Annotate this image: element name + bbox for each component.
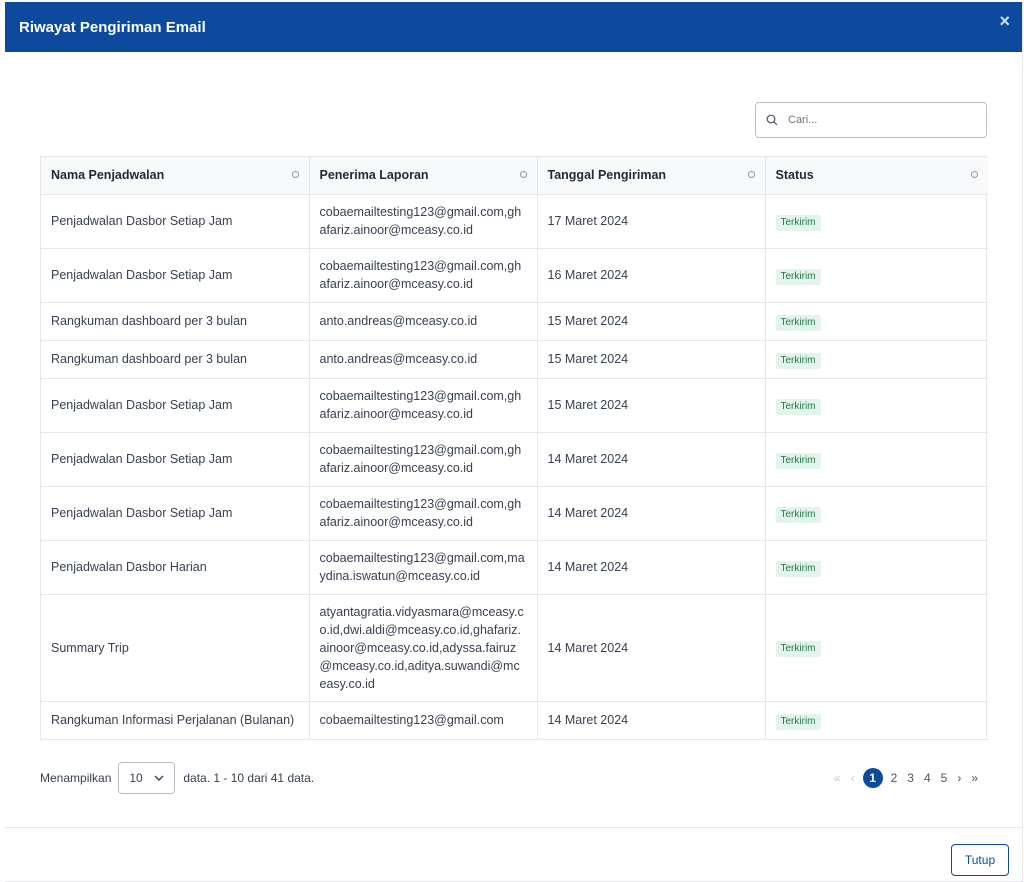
page-button-3[interactable]: 3 bbox=[907, 771, 914, 785]
table-row: Penjadwalan Dasbor Setiap Jam cobaemailt… bbox=[41, 378, 988, 433]
modal-header: Riwayat Pengiriman Email × bbox=[5, 2, 1022, 52]
cell-schedule-name: Penjadwalan Dasbor Setiap Jam bbox=[41, 378, 310, 433]
cell-schedule-name: Penjadwalan Dasbor Setiap Jam bbox=[41, 194, 310, 249]
cell-send-date: 14 Maret 2024 bbox=[537, 594, 766, 702]
column-header-status[interactable]: Status bbox=[765, 157, 988, 195]
search-input[interactable] bbox=[788, 114, 978, 126]
status-badge: Terkirim bbox=[775, 314, 821, 331]
cell-schedule-name: Summary Trip bbox=[41, 594, 310, 702]
cell-send-date: 14 Maret 2024 bbox=[537, 540, 766, 595]
cell-send-date: 16 Maret 2024 bbox=[537, 248, 766, 303]
cell-recipients: anto.andreas@mceasy.co.id bbox=[309, 340, 538, 379]
cell-status: Terkirim bbox=[765, 540, 988, 595]
email-history-table: Nama Penjadwalan Penerima Laporan Tangga… bbox=[40, 156, 988, 740]
pagination: « ‹ 1 2 3 4 5 › » bbox=[829, 768, 983, 788]
cell-send-date: 15 Maret 2024 bbox=[537, 378, 766, 433]
cell-recipients: cobaemailtesting123@gmail.com,ghafariz.a… bbox=[309, 378, 538, 433]
cell-recipients: cobaemailtesting123@gmail.com,ghafariz.a… bbox=[309, 486, 538, 541]
cell-recipients: cobaemailtesting123@gmail.com,maydina.is… bbox=[309, 540, 538, 595]
cell-schedule-name: Penjadwalan Dasbor Harian bbox=[41, 540, 310, 595]
next-page-button[interactable]: › bbox=[957, 771, 961, 785]
status-badge: Terkirim bbox=[775, 452, 821, 469]
table-row: Penjadwalan Dasbor Setiap Jam cobaemailt… bbox=[41, 194, 988, 249]
cell-send-date: 15 Maret 2024 bbox=[537, 302, 766, 341]
page-button-4[interactable]: 4 bbox=[924, 771, 931, 785]
data-summary: data. 1 - 10 dari 41 data. bbox=[183, 771, 315, 785]
status-badge: Terkirim bbox=[775, 214, 821, 231]
column-header-send-date[interactable]: Tanggal Pengiriman bbox=[537, 157, 766, 195]
cell-send-date: 14 Maret 2024 bbox=[537, 701, 766, 740]
status-badge: Terkirim bbox=[775, 713, 821, 730]
column-header-schedule-name[interactable]: Nama Penjadwalan bbox=[41, 157, 310, 195]
table-footer: Menampilkan 10 data. 1 - 10 dari 41 data… bbox=[40, 762, 987, 794]
cell-recipients: cobaemailtesting123@gmail.com,ghafariz.a… bbox=[309, 432, 538, 487]
page-size-select[interactable]: 10 bbox=[118, 762, 176, 794]
cell-send-date: 14 Maret 2024 bbox=[537, 486, 766, 541]
close-button[interactable]: Tutup bbox=[951, 844, 1009, 876]
chevron-down-icon bbox=[154, 775, 164, 781]
cell-recipients: anto.andreas@mceasy.co.id bbox=[309, 302, 538, 341]
email-history-modal: Riwayat Pengiriman Email × Nama Penjadwa… bbox=[5, 2, 1023, 882]
cell-status: Terkirim bbox=[765, 194, 988, 249]
search-icon bbox=[766, 114, 778, 126]
table-header-row: Nama Penjadwalan Penerima Laporan Tangga… bbox=[41, 157, 988, 195]
status-badge: Terkirim bbox=[775, 268, 821, 285]
status-badge: Terkirim bbox=[775, 352, 821, 369]
table-row: Penjadwalan Dasbor Setiap Jam cobaemailt… bbox=[41, 432, 988, 487]
cell-send-date: 14 Maret 2024 bbox=[537, 432, 766, 487]
status-badge: Terkirim bbox=[775, 560, 821, 577]
status-badge: Terkirim bbox=[775, 506, 821, 523]
cell-schedule-name: Penjadwalan Dasbor Setiap Jam bbox=[41, 248, 310, 303]
cell-schedule-name: Rangkuman dashboard per 3 bulan bbox=[41, 340, 310, 379]
table-row: Rangkuman Informasi Perjalanan (Bulanan)… bbox=[41, 701, 988, 740]
first-page-button[interactable]: « bbox=[834, 771, 841, 785]
column-header-recipients[interactable]: Penerima Laporan bbox=[309, 157, 538, 195]
sort-icon[interactable] bbox=[291, 171, 299, 178]
footer-divider bbox=[5, 827, 1023, 828]
cell-schedule-name: Rangkuman dashboard per 3 bulan bbox=[41, 302, 310, 341]
status-badge: Terkirim bbox=[775, 398, 821, 415]
cell-status: Terkirim bbox=[765, 701, 988, 740]
cell-status: Terkirim bbox=[765, 378, 988, 433]
table-row: Rangkuman dashboard per 3 bulan anto.and… bbox=[41, 302, 988, 341]
cell-status: Terkirim bbox=[765, 432, 988, 487]
page-button-5[interactable]: 5 bbox=[941, 771, 948, 785]
last-page-button[interactable]: » bbox=[971, 771, 978, 785]
cell-recipients: cobaemailtesting123@gmail.com,ghafariz.a… bbox=[309, 194, 538, 249]
close-icon[interactable]: × bbox=[999, 12, 1010, 30]
prev-page-button[interactable]: ‹ bbox=[851, 771, 855, 785]
table-row: Penjadwalan Dasbor Setiap Jam cobaemailt… bbox=[41, 486, 988, 541]
cell-status: Terkirim bbox=[765, 248, 988, 303]
table-row: Rangkuman dashboard per 3 bulan anto.and… bbox=[41, 340, 988, 379]
page-button-1[interactable]: 1 bbox=[862, 768, 883, 788]
cell-schedule-name: Penjadwalan Dasbor Setiap Jam bbox=[41, 486, 310, 541]
cell-recipients: cobaemailtesting123@gmail.com bbox=[309, 701, 538, 740]
page-button-2[interactable]: 2 bbox=[891, 771, 898, 785]
cell-send-date: 17 Maret 2024 bbox=[537, 194, 766, 249]
modal-title: Riwayat Pengiriman Email bbox=[19, 18, 206, 36]
cell-schedule-name: Penjadwalan Dasbor Setiap Jam bbox=[41, 432, 310, 487]
cell-send-date: 15 Maret 2024 bbox=[537, 340, 766, 379]
sort-icon[interactable] bbox=[971, 171, 978, 178]
cell-schedule-name: Rangkuman Informasi Perjalanan (Bulanan) bbox=[41, 701, 310, 740]
cell-status: Terkirim bbox=[765, 302, 988, 341]
page-size-value: 10 bbox=[129, 771, 143, 785]
showing-label: Menampilkan bbox=[40, 771, 112, 785]
sort-icon[interactable] bbox=[747, 171, 755, 178]
table-row: Penjadwalan Dasbor Setiap Jam cobaemailt… bbox=[41, 248, 988, 303]
cell-status: Terkirim bbox=[765, 486, 988, 541]
search-box[interactable] bbox=[755, 102, 987, 138]
cell-status: Terkirim bbox=[765, 594, 988, 702]
cell-recipients: atyantagratia.vidyasmara@mceasy.co.id,dw… bbox=[309, 594, 538, 702]
cell-recipients: cobaemailtesting123@gmail.com,ghafariz.a… bbox=[309, 248, 538, 303]
sort-icon[interactable] bbox=[519, 171, 527, 178]
table-row: Summary Trip atyantagratia.vidyasmara@mc… bbox=[41, 594, 988, 702]
cell-status: Terkirim bbox=[765, 340, 988, 379]
table-row: Penjadwalan Dasbor Harian cobaemailtesti… bbox=[41, 540, 988, 595]
status-badge: Terkirim bbox=[775, 641, 821, 657]
